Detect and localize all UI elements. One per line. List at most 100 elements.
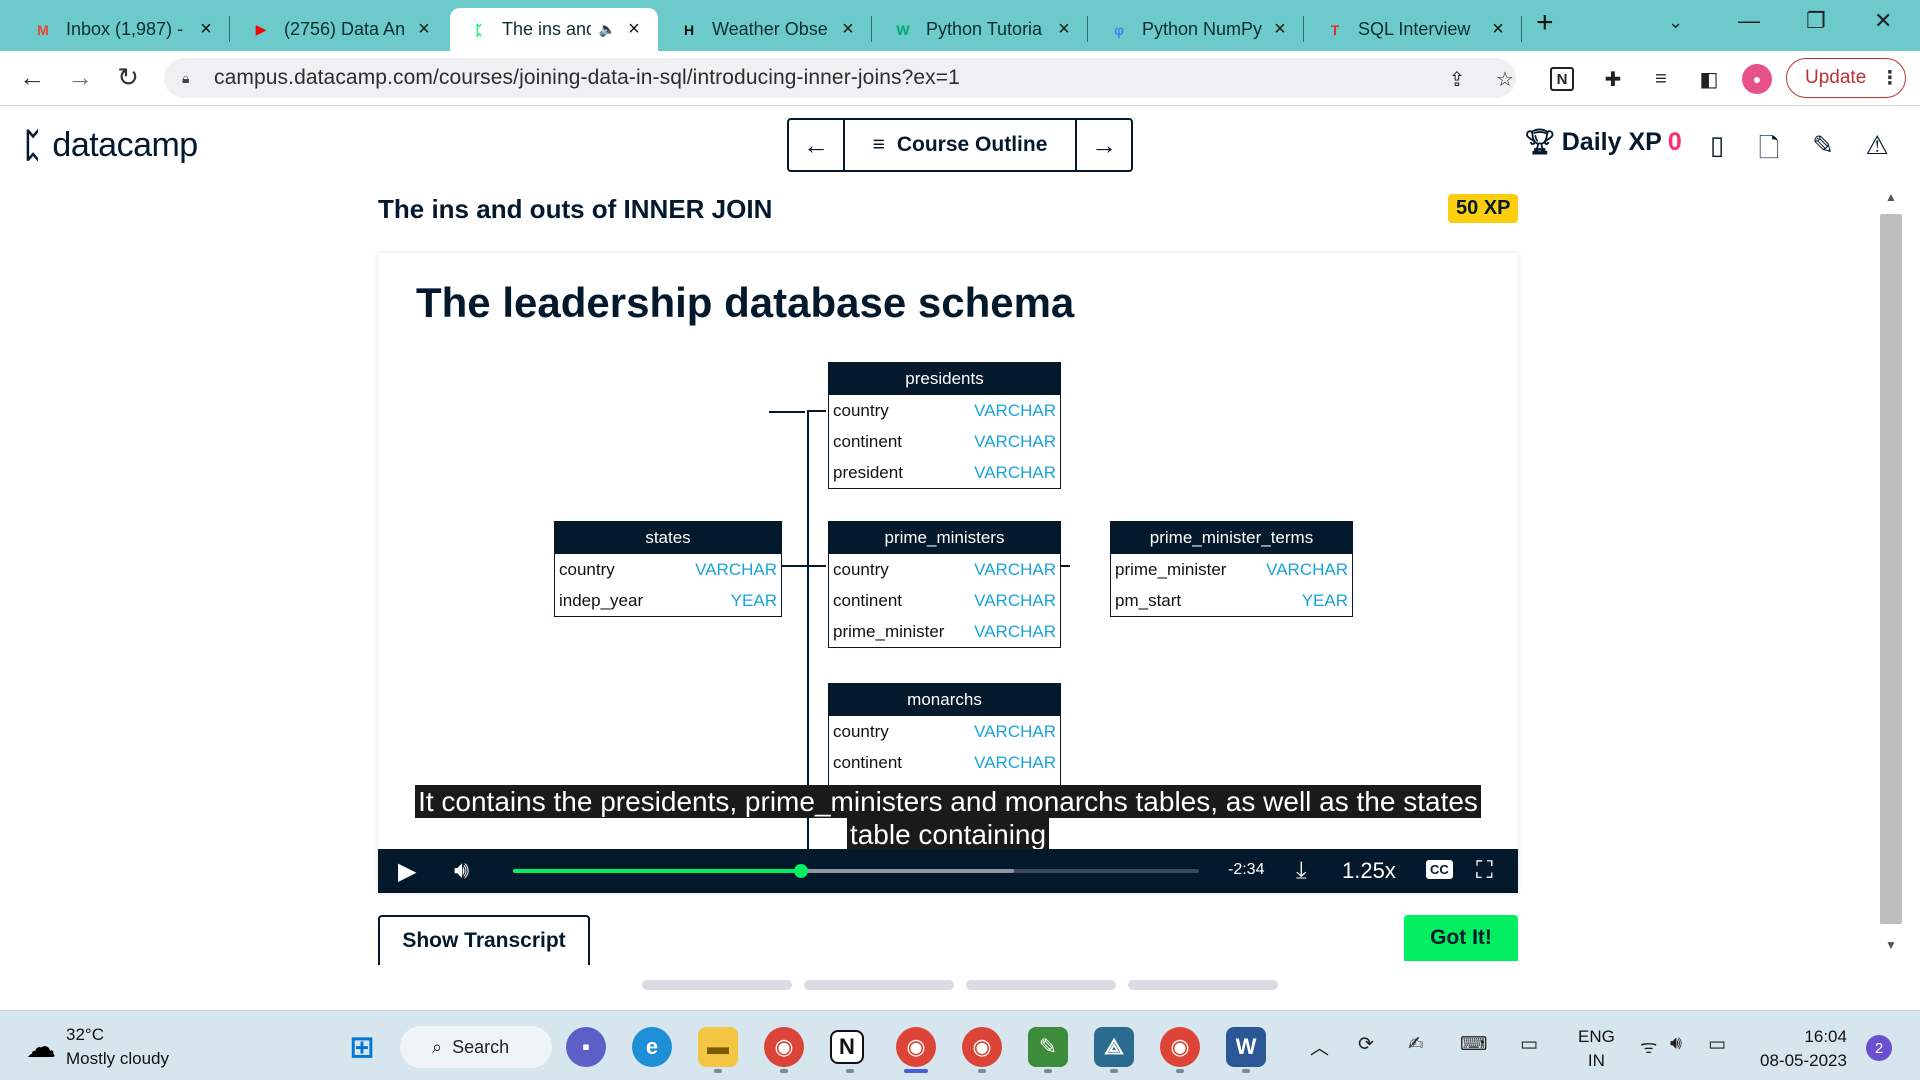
- previous-exercise-button[interactable]: ←: [789, 120, 843, 170]
- column-name: pm_start: [1115, 591, 1182, 610]
- tab-close-icon[interactable]: ×: [1054, 18, 1074, 41]
- tab-close-icon[interactable]: ×: [196, 18, 216, 41]
- new-tab-button[interactable]: +: [1536, 6, 1554, 40]
- play-icon[interactable]: ▶: [398, 857, 416, 886]
- update-button[interactable]: Update ⋮: [1786, 58, 1906, 98]
- scrollbar-thumb[interactable]: [1880, 214, 1902, 924]
- address-bar[interactable]: 🔒︎ campus.datacamp.com/courses/joining-d…: [164, 58, 1516, 98]
- course-outline-label: Course Outline: [896, 133, 1048, 156]
- notion-app-icon[interactable]: N: [830, 1030, 864, 1064]
- tab-separator: [1521, 16, 1522, 42]
- running-indicator: [1110, 1069, 1118, 1073]
- volume-icon[interactable]: 🔊︎: [454, 857, 469, 885]
- back-icon[interactable]: ←: [16, 62, 48, 93]
- reading-list-icon[interactable]: ≡: [1646, 64, 1676, 94]
- sync-icon[interactable]: ⟳: [1358, 1033, 1374, 1056]
- word-icon[interactable]: W: [1226, 1027, 1266, 1067]
- tablet-mode-icon[interactable]: ▭: [1520, 1033, 1538, 1056]
- weather-widget[interactable]: ☁ 32°C Mostly cloudy: [26, 1023, 169, 1071]
- tab-close-icon[interactable]: ×: [414, 18, 434, 41]
- daily-xp[interactable]: 🏆︎ Daily XP 0: [1524, 128, 1682, 157]
- download-icon[interactable]: ⤓: [1296, 857, 1307, 885]
- lock-icon[interactable]: 🔒︎: [182, 70, 196, 87]
- scroll-up-icon[interactable]: ▲: [1880, 190, 1902, 204]
- browser-tab[interactable]: ᛈ The ins and 🔈 ×: [450, 8, 658, 51]
- chrome-profile-2-icon[interactable]: ◉: [962, 1027, 1002, 1067]
- browser-tab[interactable]: T SQL Interview ×: [1306, 8, 1522, 51]
- battery-icon[interactable]: ▭: [1708, 1033, 1726, 1056]
- image-viewer-icon[interactable]: ✎: [1028, 1027, 1068, 1067]
- minimize-icon[interactable]: —: [1738, 8, 1760, 34]
- tab-search-chevron-icon[interactable]: ⌄: [1668, 12, 1683, 33]
- datacamp-logo[interactable]: ᛈ datacamp: [22, 126, 198, 165]
- notification-badge[interactable]: 2: [1866, 1035, 1892, 1061]
- bookmark-star-icon[interactable]: ☆: [1490, 64, 1520, 94]
- table-column-row: country VARCHAR: [829, 716, 1060, 747]
- notion-extension-icon[interactable]: N: [1550, 67, 1574, 91]
- fullscreen-icon[interactable]: ⛶: [1476, 857, 1493, 885]
- tab-close-icon[interactable]: ×: [1270, 18, 1290, 41]
- close-window-icon[interactable]: ✕: [1874, 8, 1892, 34]
- page-scrollbar[interactable]: ▲ ▼: [1880, 190, 1902, 960]
- tab-audio-icon[interactable]: 🔈: [599, 21, 616, 38]
- table-monarchs: monarchs country VARCHAR continent VARCHAR: [828, 683, 1061, 793]
- input-language[interactable]: ENG IN: [1578, 1025, 1615, 1073]
- edit-pencil-icon[interactable]: ✎: [1808, 130, 1838, 161]
- share-icon[interactable]: ⇪: [1442, 64, 1472, 94]
- table-column-row: country VARCHAR: [829, 395, 1060, 426]
- wifi-icon[interactable]: ᯤ: [1640, 1033, 1657, 1059]
- browser-tab[interactable]: H Weather Obse ×: [660, 8, 872, 51]
- running-indicator: [978, 1069, 986, 1073]
- file-explorer-icon[interactable]: ▬: [698, 1027, 738, 1067]
- chrome-profile-1-icon[interactable]: ◉: [764, 1027, 804, 1067]
- closed-captions-icon[interactable]: CC: [1426, 860, 1453, 879]
- column-name: president: [833, 463, 903, 482]
- speaker-icon[interactable]: 🔊︎: [1670, 1033, 1682, 1055]
- playback-speed[interactable]: 1.25x: [1342, 858, 1396, 884]
- slides-document-icon[interactable]: 🗋︎: [1754, 130, 1784, 174]
- touch-keyboard-icon[interactable]: ⌨: [1460, 1033, 1487, 1056]
- tab-close-icon[interactable]: ×: [624, 18, 644, 41]
- video-player[interactable]: The leadership database schema president…: [378, 253, 1518, 893]
- mobile-icon[interactable]: ▯: [1702, 130, 1732, 161]
- browser-tab[interactable]: ▶ (2756) Data An ×: [232, 8, 448, 51]
- video-progress-bar[interactable]: [513, 864, 1199, 878]
- got-it-button[interactable]: Got It!: [1404, 915, 1518, 961]
- table-column-row: pm_start YEAR: [1111, 585, 1352, 616]
- tab-close-icon[interactable]: ×: [838, 18, 858, 41]
- show-transcript-button[interactable]: Show Transcript: [378, 915, 590, 965]
- pen-menu-icon[interactable]: ✍: [1408, 1033, 1424, 1056]
- edge-browser-icon[interactable]: e: [632, 1027, 672, 1067]
- chrome-active-icon[interactable]: ◉: [896, 1027, 936, 1067]
- profile-avatar[interactable]: ●: [1742, 64, 1772, 94]
- column-type: VARCHAR: [1266, 560, 1348, 579]
- tab-close-icon[interactable]: ×: [1488, 18, 1508, 41]
- warning-report-icon[interactable]: ⚠: [1862, 130, 1892, 161]
- show-hidden-icons-chevron[interactable]: ︿: [1310, 1033, 1329, 1060]
- scroll-down-icon[interactable]: ▼: [1880, 938, 1902, 952]
- kebab-menu-icon[interactable]: ⋮: [1880, 67, 1899, 90]
- course-outline-button[interactable]: ≡ Course Outline: [843, 120, 1077, 170]
- mysql-workbench-icon[interactable]: ⟁: [1094, 1027, 1134, 1067]
- tab-separator: [229, 16, 230, 42]
- extensions-puzzle-icon[interactable]: ✚: [1598, 64, 1628, 94]
- browser-tab[interactable]: φ Python NumPy ×: [1090, 8, 1304, 51]
- datacamp-icon: ᛈ: [474, 21, 484, 38]
- side-panel-icon[interactable]: ◧: [1694, 64, 1724, 94]
- search-icon: ⌕: [432, 1036, 443, 1057]
- chrome-profile-3-icon[interactable]: ◉: [1160, 1027, 1200, 1067]
- url-text[interactable]: campus.datacamp.com/courses/joining-data…: [214, 66, 960, 90]
- start-windows-icon[interactable]: ⊞: [342, 1027, 382, 1067]
- progress-handle[interactable]: [794, 864, 809, 878]
- progress-step-2: [804, 980, 954, 990]
- table-column-row: continent VARCHAR: [829, 585, 1060, 616]
- browser-tab[interactable]: M Inbox (1,987) - ×: [14, 8, 230, 51]
- forward-icon[interactable]: →: [64, 62, 96, 93]
- teams-chat-icon[interactable]: ▪: [566, 1027, 606, 1067]
- taskbar-search[interactable]: ⌕ Search: [400, 1026, 552, 1068]
- restore-icon[interactable]: ❐: [1806, 8, 1826, 34]
- next-exercise-button[interactable]: →: [1077, 120, 1131, 170]
- reload-icon[interactable]: ↻: [112, 62, 144, 93]
- browser-tab[interactable]: W Python Tutoria ×: [874, 8, 1088, 51]
- system-clock[interactable]: 16:04 08-05-2023: [1760, 1025, 1847, 1073]
